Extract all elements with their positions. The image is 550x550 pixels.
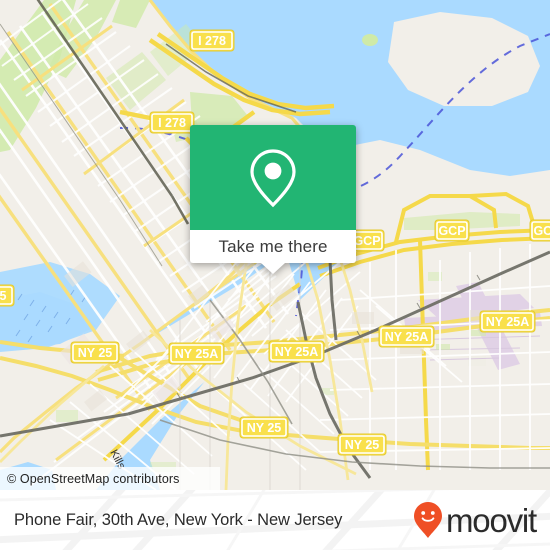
osm-attribution-text: © OpenStreetMap contributors (7, 471, 180, 486)
road-shield: NY 25 (239, 416, 289, 439)
road-shield-label: NY 25 (247, 421, 282, 435)
map-screenshot: Kills I 278I 278GCPGCPGCPNY 25ANY 25ANY … (0, 0, 550, 550)
road-shield-label: 5 (0, 289, 7, 303)
road-shield: GCP (529, 219, 550, 242)
popup-cta-label: Take me there (218, 236, 328, 256)
footer-bar: Phone Fair, 30th Ave, New York - New Jer… (0, 490, 550, 550)
road-shield-label: GCP (353, 234, 380, 248)
popup-cta-button[interactable]: Take me there (190, 230, 356, 263)
road-shield-label: NY 25 (78, 346, 113, 360)
road-shield: I 278 (149, 111, 195, 134)
road-shield: 5 (0, 284, 15, 307)
road-shield-label: NY 25 (345, 438, 380, 452)
place-title: Phone Fair, 30th Ave, New York - New Jer… (14, 510, 343, 529)
road-shield-label: I 278 (198, 34, 226, 48)
location-popup-card[interactable]: Take me there (190, 125, 356, 274)
osm-attribution: © OpenStreetMap contributors (0, 467, 220, 490)
road-shield: NY 25 (70, 341, 120, 364)
road-shield: I 278 (189, 29, 235, 52)
road-shield: NY 25A (168, 342, 225, 365)
popup-pointer (261, 263, 285, 274)
road-shield: NY 25A (479, 310, 536, 333)
road-shield-label: NY 25A (175, 347, 219, 361)
moovit-logo[interactable]: moovit (413, 501, 537, 539)
moovit-wordmark: moovit (446, 501, 537, 539)
moovit-pin-smiley-icon (414, 502, 442, 538)
map-pin-icon (250, 148, 296, 207)
road-shield-label: NY 25A (486, 315, 530, 329)
road-shield: NY 25 (337, 433, 387, 456)
road-shield: GCP (434, 219, 470, 242)
road-shield-label: I 278 (158, 116, 186, 130)
road-shield-label: NY 25A (385, 330, 429, 344)
road-shield: NY 25A (268, 340, 325, 363)
road-shield-label: NY 25A (275, 345, 319, 359)
road-shield-label: GCP (438, 224, 465, 238)
road-shield: NY 25A (378, 325, 435, 348)
popup-icon-area (190, 125, 356, 230)
road-shield-label: GCP (533, 224, 550, 238)
